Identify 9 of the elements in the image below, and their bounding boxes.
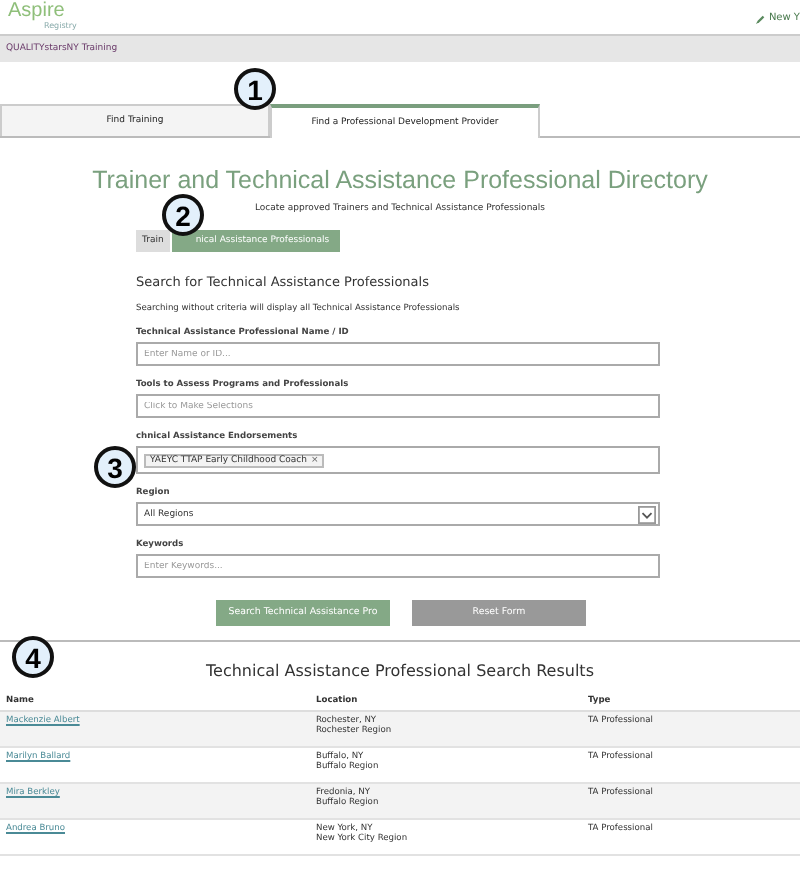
callout-number: 2 (162, 194, 204, 236)
callout-number: 4 (12, 636, 54, 678)
pencil-icon (756, 13, 767, 23)
caret-icon (638, 505, 656, 523)
logo-text: Aspire (8, 2, 67, 22)
results-title: Technical Assistance Professional Search Results (204, 662, 596, 680)
callout-number: 1 (234, 68, 276, 110)
page-title: Trainer and Technical Assistance Professional Directory (90, 166, 710, 194)
callout-number: 3 (94, 446, 136, 488)
